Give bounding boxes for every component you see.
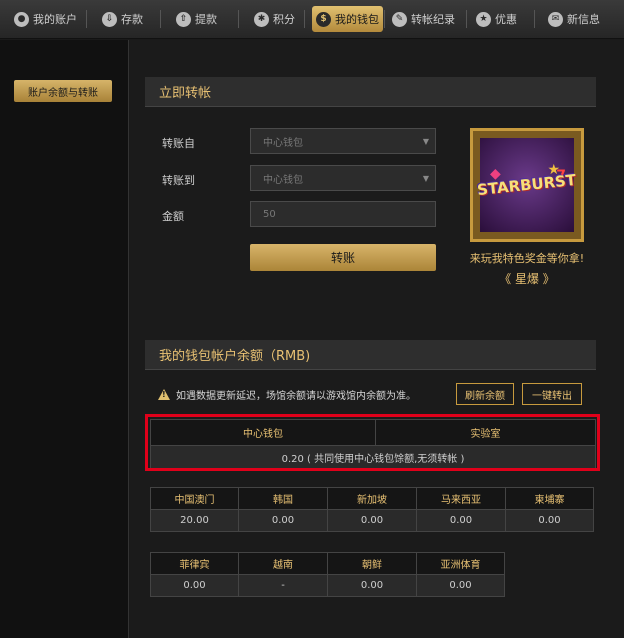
dollar-icon: $: [316, 11, 331, 27]
from-label: 转账自: [162, 137, 195, 150]
nav-label: 积分: [273, 13, 295, 26]
table-cell: 0.00: [238, 509, 328, 532]
nav-label: 提款: [195, 13, 217, 26]
table-header: 中国澳门: [150, 487, 239, 510]
withdraw-icon: ⇧: [176, 11, 191, 27]
transfer-section-header: 立即转帐: [145, 77, 596, 107]
table-header: 亚洲体育: [416, 552, 505, 575]
promo-image: ◆ ★ 7 STARBURST: [477, 138, 577, 232]
balance-section-header: 我的钱包帐户余额（RMB): [145, 340, 596, 370]
table-header: 新加坡: [327, 487, 417, 510]
amount-label: 金额: [162, 210, 184, 223]
table-header: 韩国: [238, 487, 328, 510]
region-table-1: 中国澳门 韩国 新加坡 马来西亚 柬埔寨 20.00 0.00 0.00 0.0…: [150, 487, 594, 532]
sidebar-item-balance-transfer[interactable]: 账户余额与转账: [14, 80, 112, 102]
nav-label: 我的账户: [33, 13, 77, 26]
nav-deposit[interactable]: ⇩ 存款: [102, 6, 143, 32]
nav-transfer-record[interactable]: ✎ 转帐纪录: [392, 6, 455, 32]
nav-points[interactable]: ✱ 积分: [254, 6, 295, 32]
points-icon: ✱: [254, 11, 269, 27]
promo-tagline: 来玩我特色奖金等你拿!: [469, 252, 585, 265]
amount-input[interactable]: 50: [250, 201, 436, 227]
table-cell: 0.00: [505, 509, 594, 532]
star-icon: ★: [476, 11, 491, 27]
nav-label: 优惠: [495, 13, 517, 26]
promo-game-name[interactable]: 《 星爆 》: [462, 270, 592, 287]
to-select[interactable]: 中心钱包 ▼: [250, 165, 436, 191]
chevron-down-icon: ▼: [422, 137, 429, 146]
user-icon: ●: [14, 11, 29, 27]
to-label: 转账到: [162, 174, 195, 187]
nav-promotions[interactable]: ★ 优惠: [476, 6, 517, 32]
from-value: 中心钱包: [263, 137, 303, 149]
nav-my-account[interactable]: ● 我的账户: [14, 6, 77, 32]
table-cell: 0.00: [416, 574, 505, 597]
nav-label: 存款: [121, 13, 143, 26]
transfer-all-button[interactable]: 一键转出: [522, 383, 582, 405]
nav-label: 转帐纪录: [411, 13, 455, 26]
warning-text: 如遇数据更新延迟，场馆余额请以游戏馆内余额为准。: [176, 391, 416, 402]
top-nav: ● 我的账户 ⇩ 存款 ⇧ 提款 ✱ 积分 $ 我的钱包 ✎ 转帐纪录 ★ 优惠…: [0, 0, 624, 39]
nav-label: 新信息: [567, 13, 600, 26]
nav-my-wallet[interactable]: $ 我的钱包: [312, 6, 383, 32]
warning-icon: !: [158, 389, 170, 400]
transfer-button[interactable]: 转账: [250, 244, 436, 271]
promo-banner[interactable]: ◆ ★ 7 STARBURST: [470, 128, 584, 242]
refresh-balance-button[interactable]: 刷新余额: [456, 383, 514, 405]
table-cell: 0.00: [150, 574, 239, 597]
warning-message: ! 如遇数据更新延迟，场馆余额请以游戏馆内余额为准。: [158, 387, 416, 402]
mail-icon: ✉: [548, 11, 563, 27]
to-value: 中心钱包: [263, 174, 303, 186]
nav-label: 我的钱包: [335, 13, 379, 26]
deposit-icon: ⇩: [102, 11, 117, 27]
table-cell: 20.00: [150, 509, 239, 532]
table-header: 菲律宾: [150, 552, 239, 575]
table-cell: 0.00: [327, 509, 417, 532]
region-table-2: 菲律宾 越南 朝鲜 亚洲体育 0.00 - 0.00 0.00: [150, 552, 505, 597]
table-header: 马来西亚: [416, 487, 506, 510]
table-cell: 0.00: [327, 574, 417, 597]
table-header: 朝鲜: [327, 552, 417, 575]
chevron-down-icon: ▼: [422, 174, 429, 183]
amount-placeholder: 50: [263, 208, 276, 220]
table-header: 柬埔寨: [505, 487, 594, 510]
nav-messages[interactable]: ✉ 新信息: [548, 6, 600, 32]
pencil-icon: ✎: [392, 11, 407, 27]
highlight-box: [145, 414, 600, 471]
table-header: 越南: [238, 552, 328, 575]
sidebar: 账户余额与转账: [0, 40, 129, 638]
nav-withdraw[interactable]: ⇧ 提款: [176, 6, 217, 32]
from-select[interactable]: 中心钱包 ▼: [250, 128, 436, 154]
table-cell: 0.00: [416, 509, 506, 532]
table-cell: -: [238, 574, 328, 597]
